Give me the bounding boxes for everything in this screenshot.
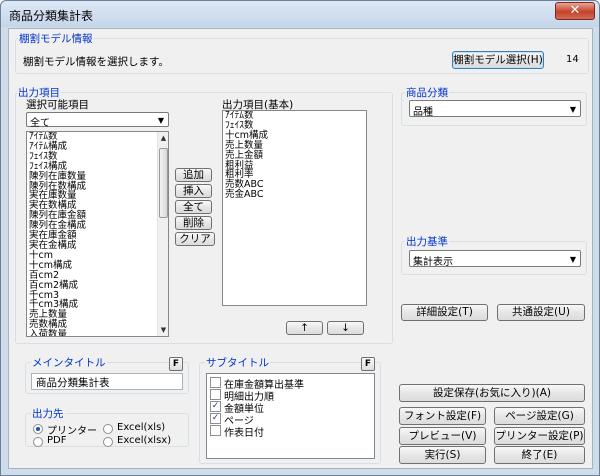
main-title-group-label: メインタイトル xyxy=(31,355,107,370)
checkbox-icon[interactable] xyxy=(210,377,221,388)
checkbox-checked-icon[interactable]: ✓ xyxy=(210,401,221,412)
scroll-down-icon[interactable]: ▼ xyxy=(158,324,168,336)
scroll-up-icon[interactable]: ▲ xyxy=(158,132,168,144)
radio-icon[interactable] xyxy=(103,424,113,434)
insert-item-button[interactable]: 挿入 xyxy=(175,184,212,198)
close-button[interactable]: ✕ xyxy=(555,2,595,20)
main-title-font-button[interactable]: F xyxy=(169,357,183,371)
chevron-down-icon: ▼ xyxy=(157,116,164,125)
font-settings-button[interactable]: フォント設定(F) xyxy=(399,407,486,425)
sub-title-group-label: サブタイトル xyxy=(205,355,270,370)
category-value: 品種 xyxy=(413,107,433,118)
save-favorite-button[interactable]: 設定保存(お気に入り)(A) xyxy=(399,384,585,402)
move-up-button[interactable]: ↑ xyxy=(286,321,323,335)
list-item[interactable]: 入荷数量 xyxy=(27,330,168,336)
available-filter-dropdown[interactable]: 全て ▼ xyxy=(26,112,169,129)
window-title: 商品分類集計表 xyxy=(9,9,94,23)
category-dropdown[interactable]: 品種 ▼ xyxy=(409,100,581,118)
printer-settings-button[interactable]: プリンター設定(P) xyxy=(494,427,585,445)
category-group-label: 商品分類 xyxy=(405,85,449,100)
execute-button[interactable]: 実行(S) xyxy=(399,446,486,464)
exit-button[interactable]: 終了(E) xyxy=(494,446,585,464)
preview-button[interactable]: プレビュー(V) xyxy=(399,427,486,445)
selected-items-list[interactable]: ｱｲﾃﾑ数 ﾌｪｲｽ数 十cm構成 売上数量 売上金額 粗利益 粗利率 売数ABC 売金ABC xyxy=(222,110,367,306)
checkbox-checked-icon[interactable]: ✓ xyxy=(210,413,221,424)
destination-option-label: Excel(xlsx) xyxy=(117,435,172,446)
output-basis-group-label: 出力基準 xyxy=(405,234,449,249)
destination-option-label: Excel(xls) xyxy=(117,422,166,433)
shelf-model-group-label: 棚割モデル情報 xyxy=(18,31,94,46)
sub-title-font-button[interactable]: F xyxy=(361,357,375,371)
destination-option-label: PDF xyxy=(47,435,67,446)
available-items-label: 選択可能項目 xyxy=(26,99,89,111)
app-window: 商品分類集計表 ✕ 棚割モデル情報 棚割モデル情報を選択します。 棚割モデル選択… xyxy=(0,0,600,476)
list-item[interactable]: 百cm2構成 xyxy=(27,280,168,291)
shelf-model-prompt: 棚割モデル情報を選択します。 xyxy=(23,56,169,68)
radio-icon[interactable] xyxy=(103,437,113,447)
selected-items-container: ｱｲﾃﾑ数 ﾌｪｲｽ数 十cm構成 売上数量 売上金額 粗利益 粗利率 売数ABC 売金ABC xyxy=(223,111,366,200)
shelf-model-count: 14 xyxy=(566,54,579,65)
chevron-down-icon: ▼ xyxy=(569,255,576,264)
page-settings-button[interactable]: ページ設定(G) xyxy=(494,407,585,425)
radio-selected-icon[interactable] xyxy=(33,424,43,434)
available-filter-value: 全て xyxy=(30,118,50,129)
common-settings-button[interactable]: 共通設定(U) xyxy=(497,304,585,321)
title-bar: 商品分類集計表 ✕ xyxy=(1,1,599,27)
available-items-list[interactable]: ｱｲﾃﾑ数 ｱｲﾃﾑ構成 ﾌｪｲｽ数 ﾌｪｲｽ構成 陳列在庫数量 陳列在数構成 実在庫数量実… xyxy=(26,131,169,337)
output-basis-value: 集計表示 xyxy=(413,257,453,268)
output-basis-dropdown[interactable]: 集計表示 ▼ xyxy=(409,250,581,268)
delete-item-button[interactable]: 削除 xyxy=(175,216,212,230)
radio-icon[interactable] xyxy=(33,437,43,447)
destination-group-label: 出力先 xyxy=(31,406,65,421)
sub-title-checklist[interactable]: 在庫金額算出基準 明細出力順 ✓ 金額単位 ✓ ページ 作表日付 xyxy=(206,373,375,459)
shelf-model-select-button[interactable]: 棚割モデル選択(H) xyxy=(452,51,544,69)
clear-items-button[interactable]: クリア xyxy=(175,232,215,246)
list-item[interactable]: 売金ABC xyxy=(223,190,366,200)
main-title-input[interactable]: 商品分類集計表 xyxy=(31,373,183,390)
main-title-value: 商品分類集計表 xyxy=(36,377,110,389)
dialog-body: 棚割モデル情報 棚割モデル情報を選択します。 棚割モデル選択(H) 14 出力項… xyxy=(8,28,593,469)
available-list-scrollbar[interactable]: ▲ ▼ xyxy=(157,132,168,336)
checkbox-icon[interactable] xyxy=(210,425,221,436)
checkbox-icon[interactable] xyxy=(210,389,221,400)
available-items-container: ｱｲﾃﾑ数 ｱｲﾃﾑ構成 ﾌｪｲｽ数 ﾌｪｲｽ構成 陳列在庫数量 陳列在数構成 実在庫数量実… xyxy=(27,132,168,336)
detail-settings-button[interactable]: 詳細設定(T) xyxy=(401,304,488,321)
move-down-button[interactable]: ↓ xyxy=(327,321,364,335)
chevron-down-icon: ▼ xyxy=(569,105,576,114)
scrollbar-thumb[interactable] xyxy=(159,148,168,218)
sub-title-option-label: 作表日付 xyxy=(224,428,264,439)
add-item-button[interactable]: 追加 xyxy=(175,168,212,182)
select-all-button[interactable]: 全て xyxy=(175,200,212,214)
